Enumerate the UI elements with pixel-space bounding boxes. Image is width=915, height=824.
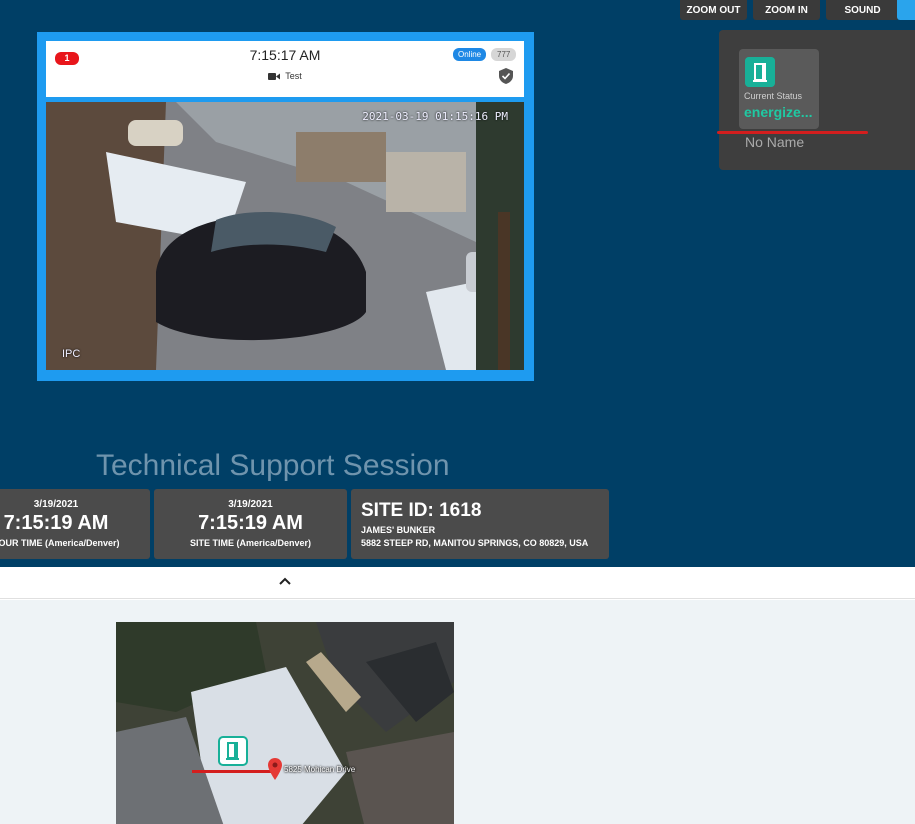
feed-label: IPC: [62, 348, 81, 360]
session-title: Technical Support Session: [96, 449, 450, 482]
online-status-badge: Online: [453, 48, 487, 61]
zoom-out-button[interactable]: ZOOM OUT: [680, 0, 747, 20]
camera-name: Test: [285, 71, 302, 81]
device-panel: Current Status energize... No Name: [717, 30, 915, 170]
your-time-card: 3/19/2021 7:15:19 AM YOUR TIME (America/…: [0, 489, 150, 559]
top-area: ZOOM OUT ZOOM IN SOUND 1 7:15:17 AM Test…: [0, 0, 915, 567]
site-id: SITE ID: 1618: [361, 500, 482, 521]
camera-name-row: Test: [46, 71, 524, 81]
map-area: 5825 Mohican Drive: [0, 600, 915, 824]
video-camera-icon: [268, 72, 281, 80]
satellite-map-scene: [116, 622, 454, 824]
map-door-icon[interactable]: [218, 736, 248, 766]
your-time-label: YOUR TIME (America/Denver): [0, 538, 120, 548]
site-name: JAMES' BUNKER: [361, 525, 436, 535]
camera-feed-image[interactable]: 2021-03-19 01:15:16 PM IPC: [46, 102, 524, 370]
current-status-value: energize...: [744, 104, 813, 120]
your-time: 7:15:19 AM: [3, 512, 109, 534]
site-info-card: SITE ID: 1618 JAMES' BUNKER 5882 STEEP R…: [351, 489, 609, 559]
toolbar: ZOOM OUT ZOOM IN SOUND: [680, 0, 899, 20]
camera-id-badge: 777: [491, 48, 517, 61]
satellite-map[interactable]: 5825 Mohican Drive: [116, 622, 454, 824]
device-name: No Name: [745, 134, 805, 150]
site-address: 5882 STEEP RD, MANITOU SPRINGS, CO 80829…: [361, 538, 589, 548]
zoom-in-button[interactable]: ZOOM IN: [753, 0, 820, 20]
door-icon: [745, 57, 775, 87]
camera-header: 1 7:15:17 AM Test Online 777: [46, 41, 524, 97]
your-date: 3/19/2021: [33, 499, 79, 510]
site-time: 7:15:19 AM: [198, 512, 303, 534]
camera-feed-scene: [46, 102, 524, 370]
map-address-label: 5825 Mohican Drive: [284, 765, 356, 774]
sound-button[interactable]: SOUND: [826, 0, 899, 20]
site-date: 3/19/2021: [228, 499, 273, 510]
map-pin-icon[interactable]: [268, 758, 282, 780]
shield-check-icon[interactable]: [499, 68, 513, 84]
site-time-card: 3/19/2021 7:15:19 AM SITE TIME (America/…: [154, 489, 347, 559]
camera-card[interactable]: 1 7:15:17 AM Test Online 777 2021-03-19 …: [37, 32, 534, 381]
device-tile[interactable]: Current Status energize...: [739, 49, 819, 129]
current-status-label: Current Status: [744, 91, 803, 101]
feed-timestamp: 2021-03-19 01:15:16 PM: [362, 110, 508, 123]
toolbar-overflow-button[interactable]: [897, 0, 915, 20]
chevron-up-icon[interactable]: [279, 577, 291, 585]
site-time-label: SITE TIME (America/Denver): [189, 538, 312, 548]
collapse-bar[interactable]: [0, 567, 915, 599]
map-annotation-line: [192, 770, 274, 773]
